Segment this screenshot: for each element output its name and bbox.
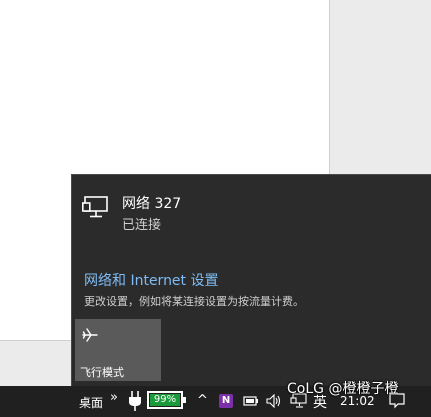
network-flyout: 网络 327 已连接 网络和 Internet 设置 更改设置，例如将某连接设置… — [71, 174, 431, 386]
battery-percent: 99% — [153, 394, 177, 405]
ethernet-monitor-icon — [82, 196, 108, 218]
battery-indicator[interactable]: 99% — [147, 391, 183, 409]
tray-battery-icon[interactable] — [243, 395, 259, 407]
settings-description: 更改设置，例如将某连接设置为按流量计费。 — [84, 295, 304, 308]
network-name: 网络 327 — [122, 196, 182, 212]
onenote-icon[interactable]: N — [219, 394, 233, 408]
network-status: 已连接 — [122, 218, 162, 233]
power-plug-icon[interactable] — [128, 390, 142, 412]
battery-nub — [183, 397, 186, 403]
airplane-mode-tile[interactable]: 飞行模式 — [75, 319, 161, 381]
desktop-toolbar-label[interactable]: 桌面 — [79, 394, 103, 411]
network-internet-settings-link[interactable]: 网络和 Internet 设置 — [84, 270, 219, 290]
watermark-text: CoLG @橙橙子橙 — [287, 381, 399, 397]
show-hidden-icons-chevron[interactable]: ^ — [197, 393, 208, 408]
toolbar-overflow-chevron[interactable]: » — [110, 390, 118, 405]
volume-icon[interactable] — [266, 394, 282, 408]
network-connection-item[interactable]: 网络 327 已连接 — [82, 193, 412, 237]
airplane-mode-label: 飞行模式 — [80, 366, 124, 379]
airplane-icon — [82, 328, 98, 342]
